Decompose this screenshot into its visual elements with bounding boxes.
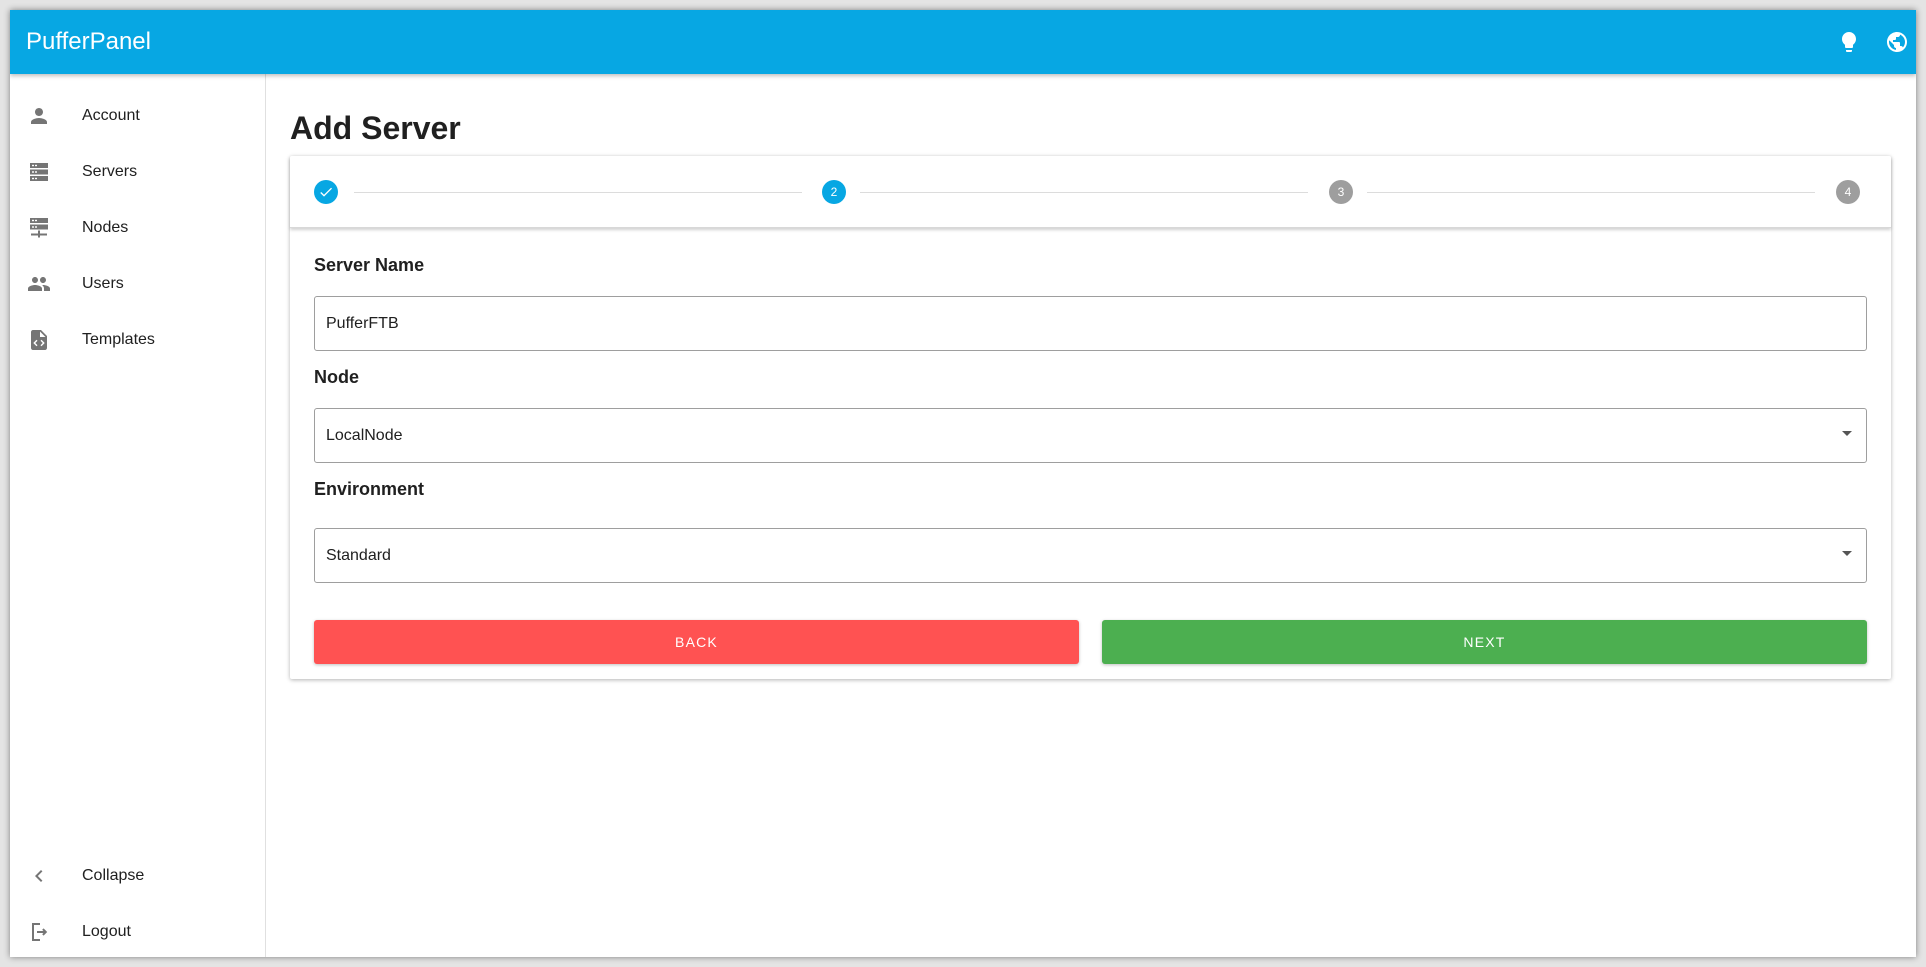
- sidebar: Account Servers Nodes Users Templates Co…: [10, 74, 266, 957]
- step-1-complete[interactable]: [314, 180, 338, 204]
- sidebar-item-account[interactable]: Account: [10, 92, 265, 140]
- stepper-connector: [354, 192, 802, 193]
- next-button[interactable]: NEXT: [1102, 620, 1867, 664]
- main-content: Add Server 2 3 4 Server Name Node LocalN…: [266, 74, 1916, 957]
- server-name-input[interactable]: [326, 297, 1826, 350]
- users-icon: [27, 272, 51, 296]
- server-name-label: Server Name: [314, 255, 425, 275]
- nodes-icon: [27, 216, 51, 240]
- lightbulb-icon[interactable]: [1834, 27, 1864, 57]
- sidebar-item-templates[interactable]: Templates: [10, 316, 265, 364]
- step-2-active[interactable]: 2: [822, 180, 846, 204]
- globe-icon[interactable]: [1882, 27, 1912, 57]
- environment-select[interactable]: Standard: [314, 528, 1867, 583]
- app-bar: PufferPanel: [10, 10, 1916, 74]
- step-4[interactable]: 4: [1836, 180, 1860, 204]
- sidebar-item-label: Nodes: [82, 219, 129, 236]
- environment-label: Environment: [314, 479, 425, 499]
- node-select[interactable]: LocalNode: [314, 408, 1867, 463]
- sidebar-item-label: Users: [82, 275, 124, 292]
- chevron-left-icon: [27, 864, 51, 888]
- server-name-field[interactable]: [314, 296, 1867, 351]
- add-server-card: 2 3 4 Server Name Node LocalNode Environ…: [290, 156, 1891, 679]
- node-label: Node: [314, 367, 359, 387]
- check-icon: [320, 187, 332, 197]
- stepper-connector: [1367, 192, 1815, 193]
- sidebar-logout-button[interactable]: Logout: [10, 908, 265, 956]
- dropdown-arrow-icon: [1842, 551, 1852, 556]
- back-button[interactable]: BACK: [314, 620, 1079, 664]
- dropdown-arrow-icon: [1842, 431, 1852, 436]
- stepper-connector: [860, 192, 1308, 193]
- templates-icon: [27, 328, 51, 352]
- account-icon: [27, 104, 51, 128]
- sidebar-collapse-button[interactable]: Collapse: [10, 852, 265, 900]
- sidebar-item-servers[interactable]: Servers: [10, 148, 265, 196]
- collapse-label: Collapse: [82, 867, 145, 884]
- environment-select-value: Standard: [326, 547, 391, 564]
- sidebar-item-label: Servers: [82, 163, 138, 180]
- page-title: Add Server: [290, 110, 461, 146]
- sidebar-item-nodes[interactable]: Nodes: [10, 204, 265, 252]
- stepper-header: 2 3 4: [290, 156, 1891, 228]
- logout-icon: [27, 920, 51, 944]
- servers-icon: [27, 160, 51, 184]
- app-title[interactable]: PufferPanel: [26, 26, 151, 58]
- app-window: PufferPanel Account Servers Nodes Users …: [10, 10, 1916, 957]
- sidebar-item-users[interactable]: Users: [10, 260, 265, 308]
- step-3[interactable]: 3: [1329, 180, 1353, 204]
- node-select-value: LocalNode: [326, 427, 403, 444]
- logout-label: Logout: [82, 923, 131, 940]
- sidebar-item-label: Account: [82, 107, 140, 124]
- sidebar-item-label: Templates: [82, 331, 155, 348]
